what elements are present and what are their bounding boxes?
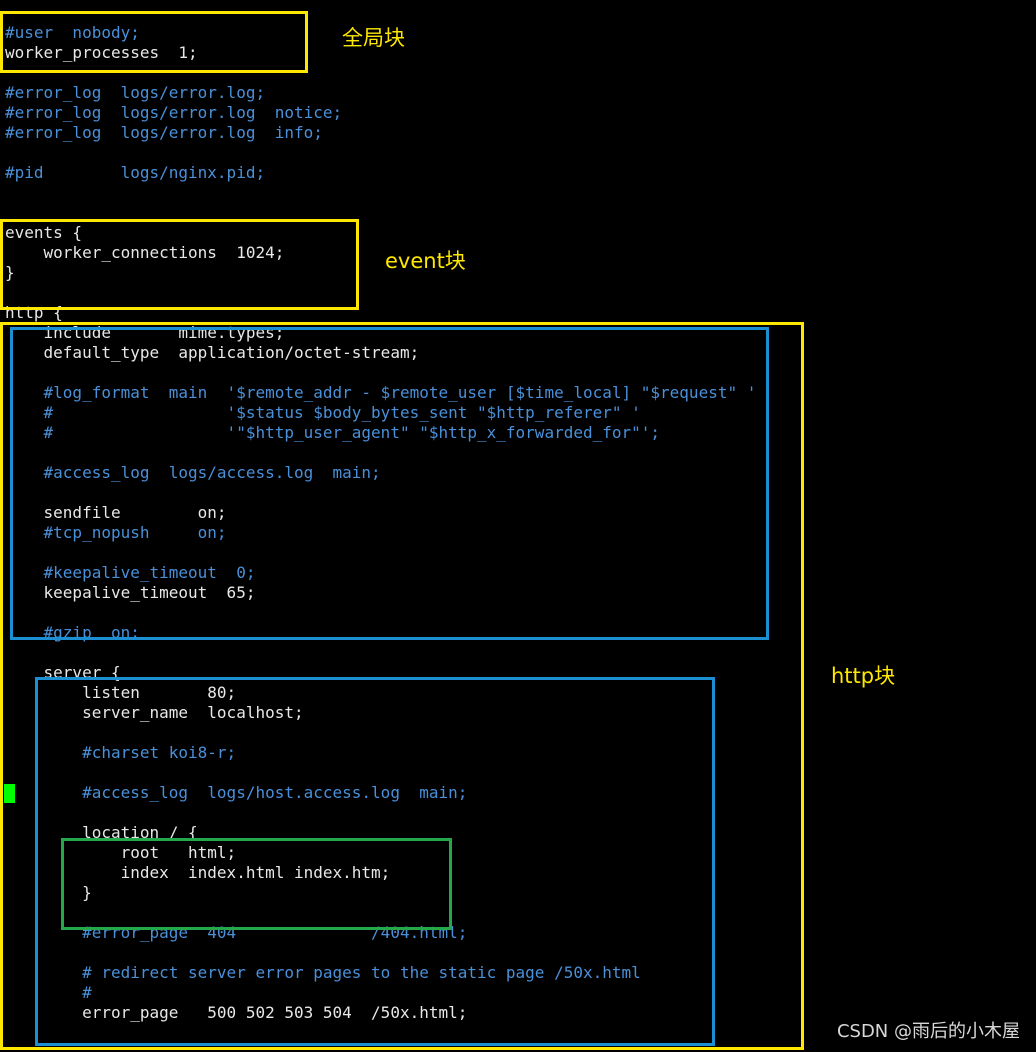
http-block-label: http块 (831, 664, 896, 688)
code-line: #access_log logs/access.log main; (5, 463, 381, 482)
code-line: server_name localhost; (5, 703, 304, 722)
code-line: # '"$http_user_agent" "$http_x_forwarded… (5, 423, 661, 442)
code-line: worker_connections 1024; (5, 243, 285, 262)
code-line: #log_format main '$remote_addr - $remote… (5, 383, 757, 402)
code-line: http { (5, 303, 63, 322)
code-line: #tcp_nopush on; (5, 523, 227, 542)
code-line: # (5, 983, 92, 1002)
code-line: } (5, 263, 15, 282)
code-line: sendfile on; (5, 503, 227, 522)
code-line: events { (5, 223, 83, 242)
code-line: #error_page 404 /404.html; (5, 923, 468, 942)
code-line: #keepalive_timeout 0; (5, 563, 256, 582)
event-block-label: event块 (385, 249, 466, 273)
code-line: #gzip on; (5, 623, 140, 642)
code-line: error_page 500 502 503 504 /50x.html; (5, 1003, 468, 1022)
code-line: #error_log logs/error.log info; (5, 123, 323, 142)
global-block-label: 全局块 (342, 26, 405, 50)
code-line: #charset koi8-r; (5, 743, 237, 762)
code-line: listen 80; (5, 683, 237, 702)
code-line: location / { (5, 823, 198, 842)
code-line: # redirect server error pages to the sta… (5, 963, 641, 982)
code-line: #error_log logs/error.log; (5, 83, 266, 102)
code-line: #error_log logs/error.log notice; (5, 103, 343, 122)
code-line: index index.html index.htm; (5, 863, 391, 882)
code-line: root html; (5, 843, 237, 862)
code-line: keepalive_timeout 65; (5, 583, 256, 602)
code-line: #pid logs/nginx.pid; (5, 163, 266, 182)
text-cursor (4, 784, 15, 803)
code-line: #access_log logs/host.access.log main; (5, 783, 468, 802)
code-line: default_type application/octet-stream; (5, 343, 420, 362)
code-line: } (5, 883, 92, 902)
code-line: include mime.types; (5, 323, 285, 342)
code-line: # '$status $body_bytes_sent "$http_refer… (5, 403, 641, 422)
code-editor[interactable]: #user nobody; worker_processes 1; #error_l… (5, 23, 756, 1023)
code-line: server { (5, 663, 121, 682)
csdn-watermark: CSDN @雨后的小木屋 (836, 1021, 1020, 1042)
